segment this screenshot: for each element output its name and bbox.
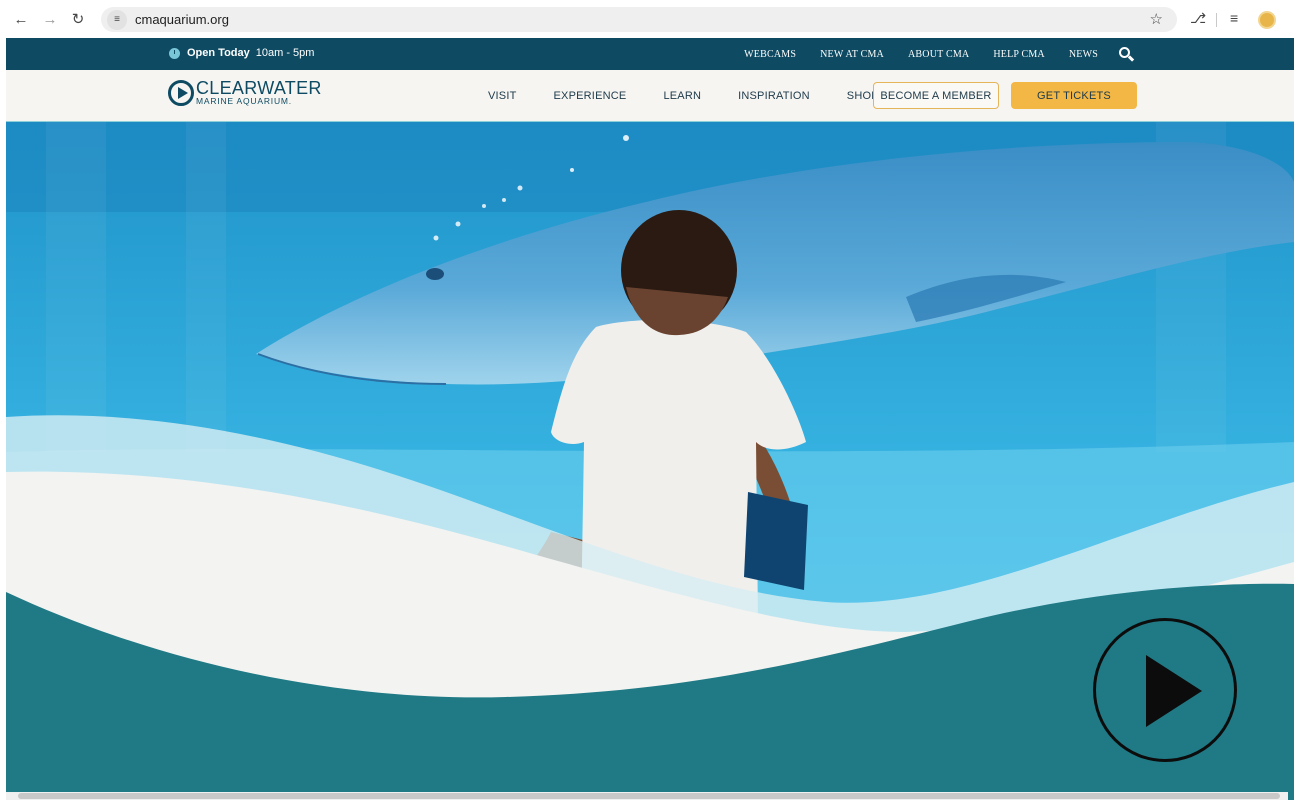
nav-learn[interactable]: LEARN — [663, 90, 701, 102]
forward-arrow-icon[interactable]: → — [39, 8, 61, 30]
nav-inspiration[interactable]: INSPIRATION — [738, 90, 810, 102]
link-new-at-cma[interactable]: NEW AT CMA — [820, 49, 884, 60]
hours-label: Open Today — [187, 47, 250, 59]
ticket-card — [744, 492, 808, 590]
hours-info: Open Today 10am - 5pm — [169, 47, 314, 59]
utility-links: WEBCAMS NEW AT CMA ABOUT CMA HELP CMA NE… — [720, 38, 1135, 70]
clock-icon — [169, 47, 180, 59]
hours-value: 10am - 5pm — [255, 47, 315, 59]
get-tickets-button[interactable]: GET TICKETS — [1011, 82, 1137, 109]
site-logo[interactable]: CLEARWATER MARINE AQUARIUM. — [168, 78, 322, 106]
link-about-cma[interactable]: ABOUT CMA — [908, 49, 969, 60]
website-viewport: Open Today 10am - 5pm WEBCAMS NEW AT CMA… — [6, 38, 1294, 800]
primary-menu: VISIT EXPERIENCE LEARN INSPIRATION SHOP — [488, 70, 916, 122]
reading-list-icon[interactable]: ≡ — [1230, 10, 1238, 26]
play-icon — [1146, 655, 1202, 727]
reload-icon[interactable]: ↻ — [67, 8, 89, 30]
utility-bar: Open Today 10am - 5pm WEBCAMS NEW AT CMA… — [6, 38, 1294, 70]
bookmark-star-icon[interactable]: ☆ — [1150, 10, 1163, 28]
nav-visit[interactable]: VISIT — [488, 90, 517, 102]
site-settings-icon[interactable]: ≡ — [107, 9, 127, 30]
horizontal-scrollbar[interactable] — [6, 792, 1288, 800]
logo-mark-icon — [168, 80, 194, 106]
extensions-icon[interactable]: ⎇ — [1190, 10, 1206, 27]
become-member-button[interactable]: BECOME A MEMBER — [873, 82, 999, 109]
link-help-cma[interactable]: HELP CMA — [993, 49, 1045, 60]
play-video-button[interactable] — [1093, 618, 1237, 762]
search-icon[interactable] — [1118, 46, 1135, 62]
back-arrow-icon[interactable]: ← — [10, 8, 32, 30]
logo-title: CLEARWATER — [196, 78, 322, 98]
address-bar[interactable]: ≡ cmaquarium.org ☆ — [101, 7, 1177, 32]
main-navigation: CLEARWATER MARINE AQUARIUM. VISIT EXPERI… — [6, 70, 1294, 122]
link-news[interactable]: NEWS — [1069, 49, 1098, 60]
link-webcams[interactable]: WEBCAMS — [744, 49, 796, 60]
toolbar-divider — [1216, 13, 1217, 27]
browser-toolbar: ← → ↻ ≡ cmaquarium.org ☆ ⎇ ≡ — [0, 0, 1294, 38]
nav-experience[interactable]: EXPERIENCE — [554, 90, 627, 102]
scrollbar-thumb[interactable] — [18, 793, 1280, 799]
url-text: cmaquarium.org — [135, 12, 229, 27]
profile-avatar[interactable] — [1258, 11, 1276, 29]
hero-section — [6, 122, 1294, 800]
